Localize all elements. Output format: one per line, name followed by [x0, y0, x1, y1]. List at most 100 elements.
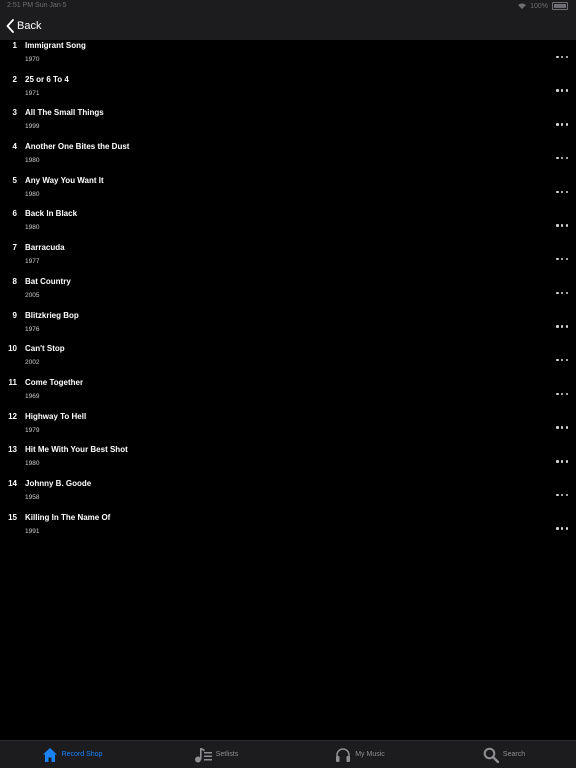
dot — [556, 190, 559, 193]
song-row[interactable]: 9 Blitzkrieg Bop 1976 — [0, 310, 576, 344]
song-row[interactable]: 3 All The Small Things 1999 — [0, 107, 576, 141]
tab-search[interactable]: Search — [432, 741, 576, 768]
dot — [560, 493, 564, 497]
status-time: 2:51 PM Sun Jan 5 — [7, 2, 67, 9]
song-year: 1980 — [25, 190, 40, 198]
tab-label: Record Shop — [61, 751, 103, 758]
song-title: Back In Black — [25, 209, 78, 219]
song-row[interactable]: 4 Another One Bites the Dust 1980 — [0, 141, 576, 175]
more-options-button[interactable] — [556, 458, 568, 464]
dot — [565, 89, 568, 92]
song-year: 1980 — [25, 157, 40, 165]
more-options-button[interactable] — [556, 54, 568, 60]
song-row[interactable]: 8 Bat Country 2005 — [0, 276, 576, 310]
song-year: 1999 — [25, 123, 40, 131]
more-options-button[interactable] — [556, 222, 568, 228]
more-options-button[interactable] — [556, 88, 568, 94]
wifi-icon — [518, 3, 527, 9]
song-title: Can't Stop — [25, 344, 65, 354]
search-icon — [483, 747, 499, 763]
tab-label: My Music — [355, 751, 385, 758]
song-number: 1 — [12, 41, 17, 50]
song-number: 12 — [8, 411, 17, 421]
more-options-button[interactable] — [556, 290, 568, 296]
song-year: 1977 — [25, 258, 40, 266]
status-bar: 2:51 PM Sun Jan 5 100% — [0, 0, 576, 12]
song-row[interactable]: 11 Come Together 1969 — [0, 377, 576, 411]
tab-setlists[interactable]: Setlists — [144, 741, 288, 768]
dot — [565, 527, 568, 530]
dot — [560, 460, 564, 463]
song-row[interactable]: 7 Barracuda 1977 — [0, 242, 576, 276]
song-title: Any Way You Want It — [25, 175, 104, 185]
song-number: 14 — [8, 478, 17, 488]
song-number: 5 — [12, 175, 17, 185]
more-options-button[interactable] — [556, 256, 568, 262]
more-options-button[interactable] — [556, 189, 568, 195]
song-number: 6 — [12, 209, 17, 219]
song-row[interactable]: 5 Any Way You Want It 1980 — [0, 175, 576, 209]
headphones-icon — [336, 747, 351, 762]
song-year: 2005 — [25, 291, 40, 299]
dot — [565, 257, 568, 261]
song-row[interactable]: 13 Hit Me With Your Best Shot 1980 — [0, 444, 576, 478]
song-number: 15 — [8, 512, 17, 522]
song-year: 1971 — [25, 89, 40, 97]
dot — [565, 55, 568, 59]
dot — [556, 325, 559, 328]
more-options-button[interactable] — [556, 121, 568, 127]
tab-my-music[interactable]: My Music — [288, 741, 432, 768]
dot — [560, 325, 564, 328]
song-title: 25 or 6 To 4 — [25, 74, 69, 84]
song-number: 4 — [12, 142, 17, 152]
dot — [556, 257, 559, 261]
dot — [556, 89, 559, 92]
more-options-button[interactable] — [556, 526, 568, 532]
song-row[interactable]: 12 Highway To Hell 1979 — [0, 411, 576, 445]
more-options-button[interactable] — [556, 357, 568, 363]
back-label: Back — [17, 20, 42, 32]
dot — [560, 257, 564, 261]
more-options-button[interactable] — [556, 492, 568, 498]
dot — [560, 392, 564, 396]
dot — [560, 224, 564, 227]
dot — [565, 392, 568, 396]
tab-label: Setlists — [215, 751, 239, 758]
dot — [556, 527, 559, 530]
song-title: Blitzkrieg Bop — [25, 310, 79, 320]
dot — [556, 291, 559, 295]
more-options-button[interactable] — [556, 391, 568, 397]
dot — [560, 89, 564, 92]
tab-record-shop[interactable]: Record Shop — [0, 741, 144, 768]
battery-percent: 100% — [530, 2, 548, 10]
more-options-button[interactable] — [556, 324, 568, 330]
song-row[interactable]: 1 Immigrant Song 1970 — [0, 40, 576, 74]
more-options-button[interactable] — [556, 425, 568, 431]
song-title: Barracuda — [25, 243, 65, 253]
dot — [556, 493, 559, 497]
song-row[interactable]: 14 Johnny B. Goode 1958 — [0, 478, 576, 512]
dot — [565, 426, 568, 429]
dot — [560, 426, 564, 429]
song-number: 9 — [12, 310, 17, 320]
house-icon — [42, 747, 57, 762]
song-row[interactable]: 6 Back In Black 1980 — [0, 208, 576, 242]
back-button[interactable]: Back — [6, 16, 41, 36]
song-year: 2002 — [25, 359, 40, 367]
song-number: 7 — [12, 243, 17, 253]
song-title: Hit Me With Your Best Shot — [25, 445, 128, 455]
song-row[interactable]: 10 Can't Stop 2002 — [0, 343, 576, 377]
song-number: 10 — [8, 344, 17, 354]
dot — [565, 325, 568, 328]
music-note-list-icon — [194, 747, 212, 762]
song-row[interactable]: 2 25 or 6 To 4 1971 — [0, 74, 576, 108]
song-title: Johnny B. Goode — [25, 478, 92, 488]
dot — [560, 55, 564, 59]
song-number: 2 — [12, 74, 17, 84]
song-row[interactable]: 15 Killing In The Name Of 1991 — [0, 512, 576, 546]
dot — [556, 426, 559, 429]
song-title: Bat Country — [25, 276, 71, 286]
song-year: 1980 — [25, 460, 40, 468]
more-options-button[interactable] — [556, 155, 568, 161]
dot — [560, 123, 564, 126]
